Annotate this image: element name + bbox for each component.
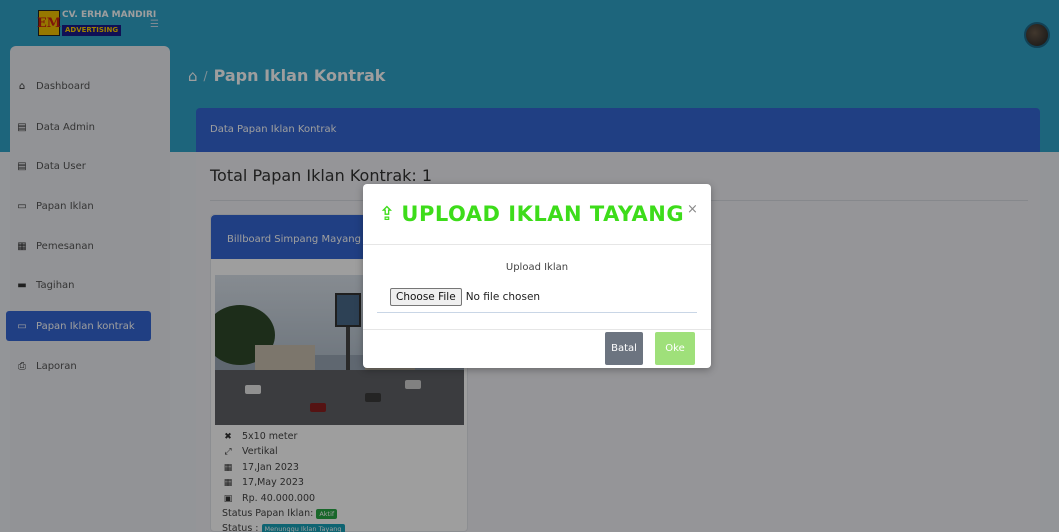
choose-file-button[interactable]: Choose File xyxy=(390,288,462,306)
cancel-button[interactable]: Batal xyxy=(605,332,643,365)
divider xyxy=(377,312,697,313)
divider xyxy=(363,329,711,330)
upload-modal: ⇪ UPLOAD IKLAN TAYANG × Upload Iklan Cho… xyxy=(363,184,711,368)
file-input[interactable]: Choose File No file chosen xyxy=(390,288,540,306)
upload-icon: ⇪ xyxy=(379,203,396,225)
close-icon[interactable]: × xyxy=(687,202,698,217)
modal-title: ⇪ UPLOAD IKLAN TAYANG xyxy=(379,202,685,226)
upload-label: Upload Iklan xyxy=(505,262,569,273)
file-status: No file chosen xyxy=(465,291,541,303)
ok-button[interactable]: Oke xyxy=(655,332,695,365)
divider xyxy=(363,244,711,245)
